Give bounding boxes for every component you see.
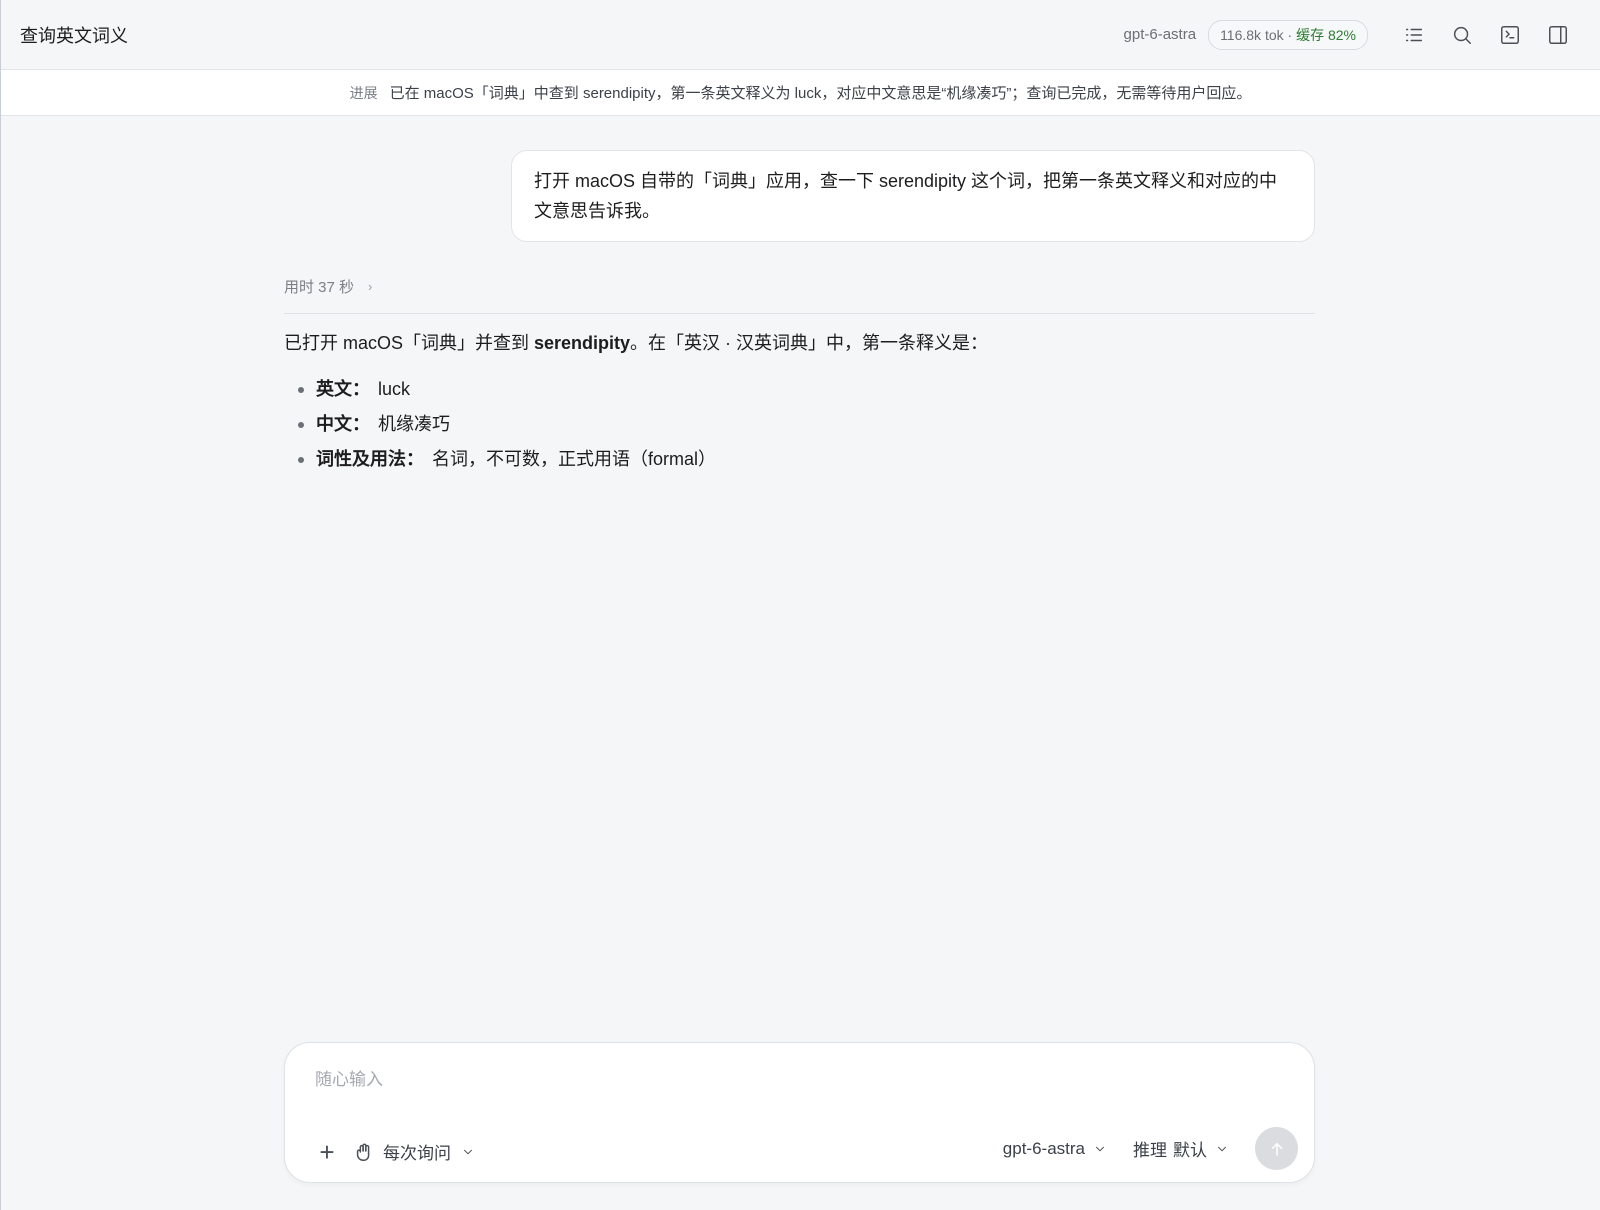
composer-right-controls: gpt-6-astra 推理 默认	[1003, 1127, 1298, 1170]
progress-banner: 进展 已在 macOS「词典」中查到 serendipity，第一条英文释义为 …	[1, 69, 1600, 116]
page-title: 查询英文词义	[20, 25, 128, 46]
chevron-down-icon	[1218, 1146, 1226, 1151]
top-bar: 查询英文词义 gpt-6-astra 116.8k tok · 缓存 82%	[1, 0, 1600, 69]
definition-value: 名词，不可数，正式用语（formal）	[432, 449, 717, 469]
duration-label: 用时 37 秒	[284, 279, 355, 296]
sidebar-icon	[1549, 25, 1567, 44]
cache-ratio: 缓存 82%	[1296, 26, 1356, 43]
add-attachment-button[interactable]: +	[315, 1139, 339, 1165]
chevron-right-icon: ›	[368, 279, 373, 294]
divider	[284, 313, 1315, 314]
list-item: 中文： 机缘凑巧	[284, 407, 1315, 442]
assistant-message: 已打开 macOS「词典」并查到 serendipity。在「英汉 · 汉英词典…	[284, 328, 1315, 477]
definition-key: 中文：	[316, 414, 370, 434]
definition-value: 机缘凑巧	[378, 414, 450, 434]
approval-mode-select[interactable]: 每次询问	[353, 1139, 475, 1164]
answer-lead: 已打开 macOS「词典」并查到 serendipity。在「英汉 · 汉英词典…	[284, 328, 1315, 358]
definition-key: 词性及用法：	[316, 449, 424, 469]
send-button[interactable]	[1255, 1127, 1298, 1170]
token-count: 116.8k tok ·	[1220, 26, 1297, 43]
hand-icon	[356, 1143, 370, 1161]
search-icon	[1453, 26, 1471, 44]
message-input[interactable]: 随心输入	[315, 1065, 383, 1090]
answer-lead-term: serendipity	[534, 333, 631, 353]
header-actions: gpt-6-astra 116.8k tok · 缓存 82%	[1124, 17, 1576, 53]
chevron-down-icon	[1096, 1146, 1104, 1151]
outline-button[interactable]	[1396, 17, 1432, 53]
composer-left-controls: + 每次询问	[315, 1139, 475, 1165]
definition-value: luck	[378, 379, 411, 399]
thinking-duration-toggle[interactable]: 用时 37 秒 ›	[284, 276, 372, 297]
model-select-label: gpt-6-astra	[1002, 1138, 1085, 1158]
list-item: 词性及用法： 名词，不可数，正式用语（formal）	[284, 442, 1315, 477]
approval-mode-label: 每次询问	[383, 1144, 451, 1163]
message-composer[interactable]: 随心输入 + 每次询问 gpt-6-astra 推理 默认	[284, 1042, 1315, 1183]
reasoning-select[interactable]: 推理 默认	[1133, 1136, 1229, 1161]
token-usage-badge: 116.8k tok · 缓存 82%	[1208, 19, 1368, 50]
toggle-sidebar-button[interactable]	[1540, 17, 1576, 53]
definition-list: 英文： luck 中文： 机缘凑巧 词性及用法： 名词，不可数，正式用语（formal…	[284, 372, 1315, 477]
reasoning-label: 推理	[1133, 1141, 1167, 1160]
search-button[interactable]	[1444, 17, 1480, 53]
terminal-button[interactable]	[1492, 17, 1528, 53]
user-message: 打开 macOS 自带的「词典」应用，查一下 serendipity 这个词，把…	[511, 150, 1315, 242]
answer-lead-text: 已打开 macOS「词典」并查到	[284, 333, 535, 353]
list-item: 英文： luck	[284, 372, 1315, 407]
chevron-down-icon	[464, 1149, 472, 1154]
list-icon	[1405, 28, 1423, 41]
model-select[interactable]: gpt-6-astra	[1003, 1139, 1107, 1159]
progress-text: 已在 macOS「词典」中查到 serendipity，第一条英文释义为 luc…	[389, 85, 1252, 102]
terminal-icon	[1501, 25, 1519, 44]
answer-lead-tail: 。在「英汉 · 汉英词典」中，第一条释义是：	[630, 333, 989, 353]
model-label: gpt-6-astra	[1123, 26, 1197, 43]
definition-key: 英文：	[316, 379, 370, 399]
arrow-up-icon	[1271, 1142, 1282, 1156]
reasoning-value: 默认	[1173, 1141, 1207, 1160]
progress-label: 进展	[349, 84, 378, 101]
